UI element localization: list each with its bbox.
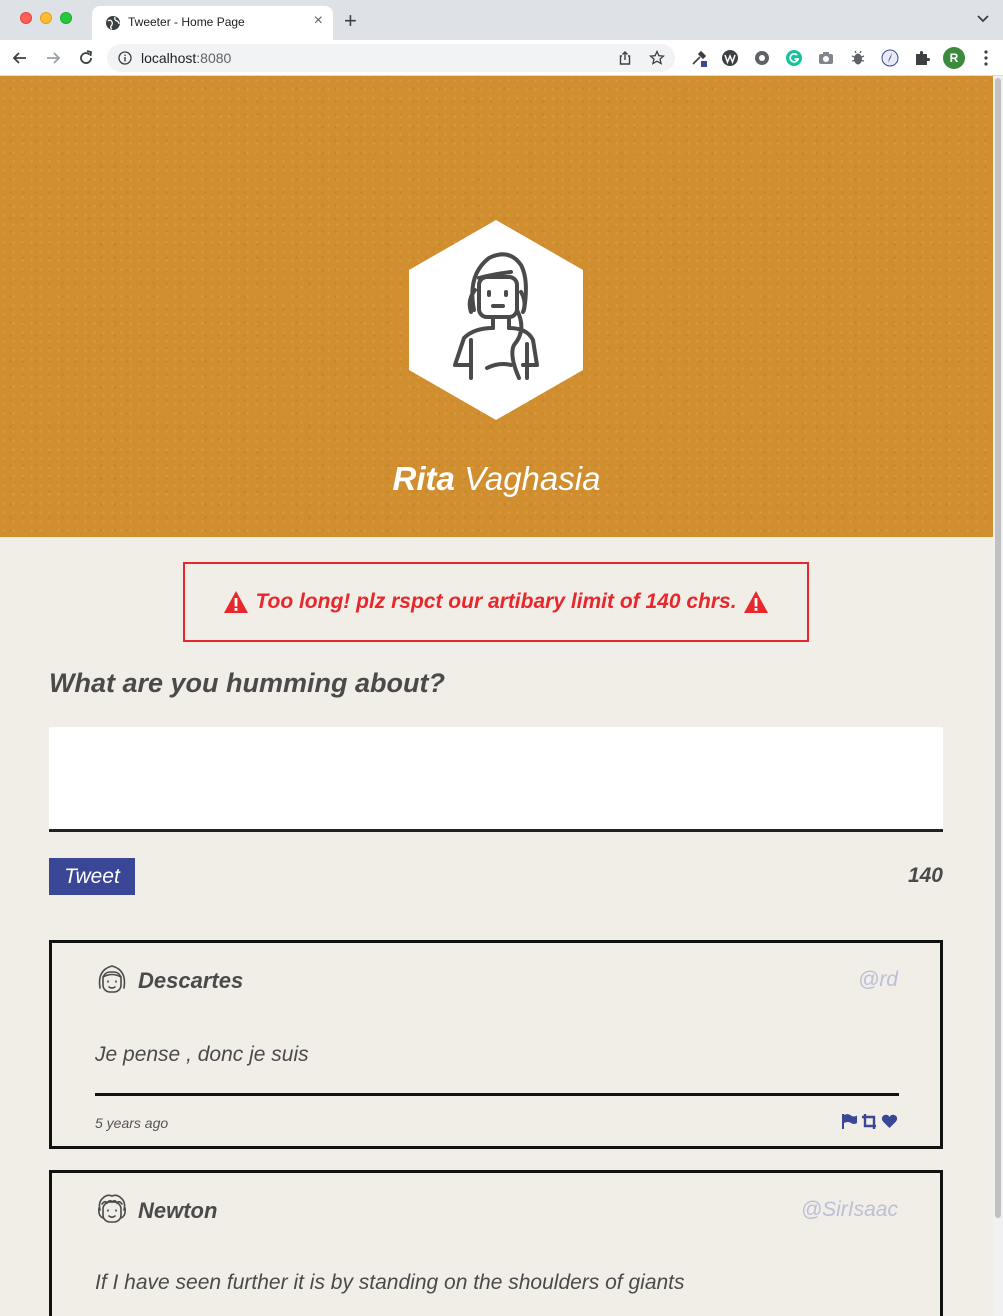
retweet-icon[interactable] [861, 1113, 878, 1130]
tweet-author-name: Newton [138, 1198, 218, 1223]
bug-extension-icon[interactable] [849, 49, 867, 67]
tab-close-icon[interactable]: × [314, 12, 323, 30]
vertical-scrollbar[interactable] [993, 76, 1003, 1316]
chevron-down-icon[interactable] [975, 10, 991, 26]
window-close-button[interactable] [20, 12, 32, 24]
camera-extension-icon[interactable] [817, 49, 835, 67]
more-options-icon[interactable] [978, 49, 994, 67]
browser-tab-bar: Tweeter - Home Page × + [0, 0, 1003, 40]
profile-name: Rita Vaghasia [0, 460, 993, 498]
tweet-button[interactable]: Tweet [49, 858, 135, 895]
tweet-textarea[interactable] [49, 727, 943, 832]
address-bar[interactable]: localhost:8080 [107, 44, 675, 72]
tweet-card: Newton @SirIsaac If I have seen further … [49, 1170, 943, 1316]
wappalyzer-extension-icon[interactable] [721, 49, 739, 67]
forward-arrow-icon[interactable] [43, 48, 63, 68]
tweet-content: Je pense , donc je suis [95, 1043, 309, 1066]
girl-avatar-icon [98, 965, 126, 993]
share-icon[interactable] [617, 50, 633, 66]
window-zoom-button[interactable] [60, 12, 72, 24]
gear-extension-icon[interactable] [753, 49, 771, 67]
error-banner: Too long! plz rspct our artibary limit o… [183, 562, 809, 642]
first-name: Rita [392, 460, 455, 497]
profile-header: Rita Vaghasia [0, 76, 993, 537]
puzzle-extensions-icon[interactable] [913, 49, 931, 67]
browser-tab[interactable]: Tweeter - Home Page × [92, 6, 333, 40]
warning-icon [743, 591, 768, 613]
profile-avatar-icon [409, 220, 583, 420]
globe-icon [106, 16, 120, 30]
tweet-author-name: Descartes [138, 968, 244, 993]
page-viewport: Rita Vaghasia Too long! plz rspct our ar… [0, 76, 993, 1316]
compose-prompt: What are you humming about? [49, 668, 445, 698]
compass-extension-icon[interactable] [881, 49, 899, 67]
man-avatar-icon [98, 1194, 126, 1223]
flag-icon[interactable] [841, 1113, 858, 1130]
grammarly-extension-icon[interactable] [785, 49, 803, 67]
tab-title: Tweeter - Home Page [128, 15, 245, 29]
tweet-divider [95, 1093, 899, 1096]
scrollbar-thumb[interactable] [995, 78, 1001, 1218]
browser-toolbar: localhost:8080 R [0, 40, 1003, 76]
new-tab-button[interactable]: + [344, 8, 357, 34]
last-name: Vaghasia [464, 460, 601, 497]
window-minimize-button[interactable] [40, 12, 52, 24]
error-message: Too long! plz rspct our artibary limit o… [255, 590, 737, 613]
warning-icon [224, 591, 249, 613]
bookmark-star-icon[interactable] [649, 50, 665, 66]
back-arrow-icon[interactable] [10, 48, 30, 68]
reload-icon[interactable] [76, 48, 96, 68]
info-icon[interactable] [118, 51, 132, 65]
tweet-author-handle: @rd [858, 968, 898, 991]
tweet-content: If I have seen further it is by standing… [95, 1271, 685, 1294]
character-counter: 140 [907, 864, 943, 887]
heart-icon[interactable] [881, 1113, 898, 1130]
eyedropper-extension-icon[interactable] [690, 49, 708, 67]
url-text: localhost:8080 [141, 50, 232, 66]
tweet-actions [841, 1113, 898, 1130]
profile-avatar[interactable]: R [943, 47, 965, 69]
tweet-author-handle: @SirIsaac [800, 1198, 898, 1221]
tweet-timestamp: 5 years ago [95, 1115, 169, 1131]
tweet-card: Descartes @rd Je pense , donc je suis 5 … [49, 940, 943, 1149]
